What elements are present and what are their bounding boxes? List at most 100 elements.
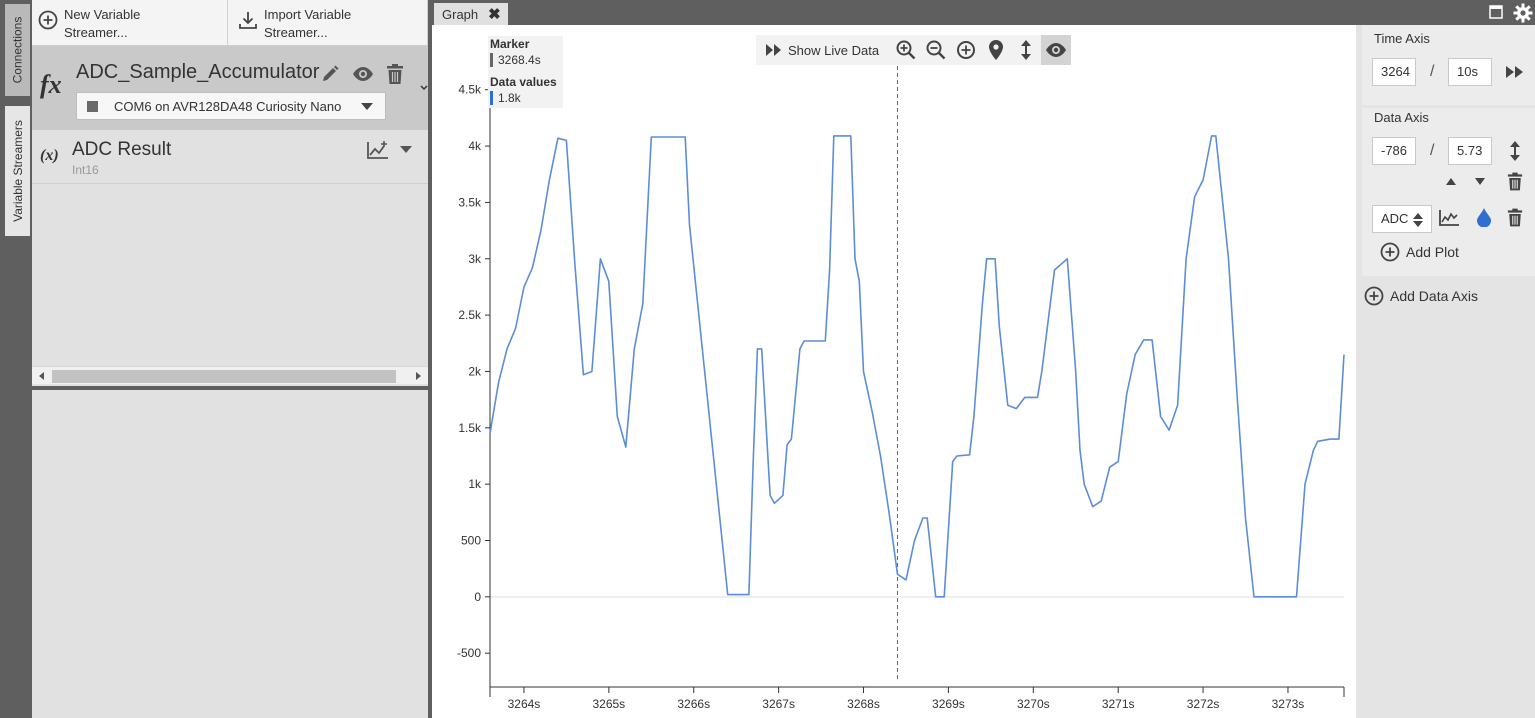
tab-connections[interactable]: Connections: [5, 4, 30, 96]
time-axis-span-input[interactable]: 10s: [1448, 58, 1492, 86]
data-axis-max-input[interactable]: 5.73: [1448, 137, 1492, 165]
move-up-icon[interactable]: [1446, 178, 1456, 185]
legend-data-title: Data values: [490, 75, 557, 89]
streamer-actions: [320, 64, 404, 84]
move-down-icon[interactable]: [1475, 178, 1485, 185]
x-tick-label: 3270s: [1017, 697, 1050, 711]
series-line: [489, 135, 1345, 598]
x-tick-label: 3272s: [1187, 697, 1220, 711]
add-data-axis-label: Add Data Axis: [1390, 288, 1478, 304]
time-axis-separator: /: [1430, 63, 1435, 80]
legend-marker-title: Marker: [490, 37, 530, 51]
x-tick-label: 3269s: [932, 697, 965, 711]
x-tick-label: 3265s: [592, 697, 625, 711]
import-icon: [239, 12, 257, 29]
vertical-arrows-icon[interactable]: [1509, 140, 1521, 162]
add-circle-icon: [1364, 286, 1384, 306]
zoom-out-button[interactable]: [921, 35, 951, 65]
variable-row[interactable]: (x) ADC Result Int16: [32, 130, 428, 184]
y-tick-label: 500: [461, 533, 481, 547]
variable-name: ADC Result: [72, 139, 172, 160]
chevron-down-icon[interactable]: [400, 146, 412, 154]
plot-select[interactable]: ADC: [1372, 205, 1432, 233]
y-tick-label: 3k: [468, 252, 482, 266]
delete-trash-icon[interactable]: [1507, 172, 1523, 191]
x-tick-label: 3268s: [847, 697, 880, 711]
variable-streamers-panel: New Variable Streamer... Import Variable…: [32, 0, 428, 386]
marker-button[interactable]: [981, 35, 1011, 65]
variable-type: Int16: [72, 163, 99, 177]
edit-pencil-icon[interactable]: [320, 64, 340, 84]
delete-trash-icon[interactable]: [1507, 208, 1523, 227]
vertical-arrows-icon: [1021, 40, 1032, 60]
y-tick-label: 2k: [468, 364, 482, 378]
close-icon[interactable]: ✖: [488, 5, 501, 23]
y-tick-label: 4k: [468, 139, 482, 153]
tab-variable-streamers[interactable]: Variable Streamers: [5, 106, 30, 236]
data-chart[interactable]: -500 0 500 1k 1.5k 2k 2.5k 3k 3.5k 4k 4.5k 3264s 326…: [432, 25, 1356, 718]
streamer-toolbar: New Variable Streamer... Import Variable…: [32, 0, 428, 46]
graph-panel: -500 0 500 1k 1.5k 2k 2.5k 3k 3.5k 4k 4.5k 3264s 326…: [432, 25, 1356, 718]
y-tick-label: 4.5k: [458, 83, 482, 97]
import-variable-streamer-button[interactable]: Import Variable Streamer...: [228, 0, 428, 45]
delete-trash-icon[interactable]: [386, 64, 404, 84]
horizontal-scrollbar[interactable]: [32, 366, 428, 384]
graph-toolbar: Show Live Data: [756, 35, 1072, 65]
tab-variable-streamers-label: Variable Streamers: [10, 120, 25, 222]
show-live-data-label: Show Live Data: [788, 42, 880, 58]
x-tick-label: 3273s: [1272, 697, 1305, 711]
collapse-chevron-icon[interactable]: [420, 84, 428, 92]
y-tick-label: 3.5k: [458, 195, 482, 209]
function-icon: fx: [40, 70, 62, 99]
add-plot-button[interactable]: Add Plot: [1380, 242, 1459, 262]
scroll-right-arrow-icon[interactable]: [416, 372, 421, 380]
data-axis-min-input[interactable]: -786: [1372, 137, 1416, 165]
zoom-out-icon: [926, 40, 946, 60]
data-axis-title: Data Axis: [1374, 110, 1429, 125]
scroll-left-arrow-icon[interactable]: [39, 372, 44, 380]
scrollbar-thumb[interactable]: [52, 370, 396, 383]
streamer-name: ADC_Sample_Accumulator: [76, 61, 320, 83]
y-tick-label: 0: [474, 590, 481, 604]
data-axis-separator: /: [1430, 142, 1435, 159]
axis-settings-panel: Time Axis 3264 / 10s Data Axis -786 / 5.…: [1356, 25, 1535, 718]
color-drop-icon[interactable]: [1477, 208, 1491, 227]
gear-icon[interactable]: [1513, 3, 1533, 23]
series-swatch: [490, 91, 493, 105]
data-axis-section: Data Axis -786 / 5.73 ADC Add Plot: [1362, 108, 1535, 276]
updown-caret-icon: [1413, 213, 1423, 227]
y-tick-label: -500: [457, 646, 481, 660]
zoom-fit-button[interactable]: [951, 35, 981, 65]
chart-legend: Marker 3268.4s Data values 1.8k: [488, 36, 563, 108]
visibility-eye-icon[interactable]: [352, 66, 374, 82]
lower-left-panel: [32, 390, 428, 718]
zoom-in-button[interactable]: [891, 35, 921, 65]
plot-style-icon[interactable]: [1438, 209, 1460, 227]
add-data-axis-button[interactable]: Add Data Axis: [1364, 286, 1478, 306]
autoscale-y-button[interactable]: [1011, 35, 1041, 65]
import-variable-streamer-label: Import Variable Streamer...: [264, 7, 352, 40]
toggle-visibility-button[interactable]: [1041, 35, 1072, 65]
tab-graph[interactable]: Graph ✖: [434, 3, 508, 25]
variable-icon: (x): [40, 147, 59, 164]
new-variable-streamer-label: New Variable Streamer...: [64, 7, 141, 40]
new-variable-streamer-button[interactable]: New Variable Streamer...: [32, 0, 228, 45]
add-circle-icon: [957, 41, 976, 59]
add-to-plot-icon[interactable]: [366, 140, 390, 160]
variable-actions: [366, 140, 412, 160]
tab-graph-label: Graph: [442, 6, 479, 22]
time-axis-title: Time Axis: [1374, 31, 1430, 46]
y-tick-label: 1k: [468, 477, 482, 491]
time-axis-start-input[interactable]: 3264: [1372, 58, 1416, 86]
map-pin-icon: [989, 40, 1004, 60]
zoom-in-icon: [896, 40, 916, 60]
time-axis-section: Time Axis 3264 / 10s: [1362, 25, 1535, 105]
x-tick-label: 3271s: [1102, 697, 1135, 711]
x-tick-label: 3266s: [677, 697, 710, 711]
side-tab-strip: Connections Variable Streamers: [0, 0, 32, 718]
y-tick-label: 1.5k: [458, 421, 482, 435]
source-connection-dropdown[interactable]: COM6 on AVR128DA48 Curiosity Nano: [76, 92, 386, 120]
show-live-data-button[interactable]: Show Live Data: [766, 43, 879, 58]
window-restore-icon[interactable]: [1489, 5, 1503, 19]
fast-forward-icon[interactable]: [1506, 66, 1524, 78]
